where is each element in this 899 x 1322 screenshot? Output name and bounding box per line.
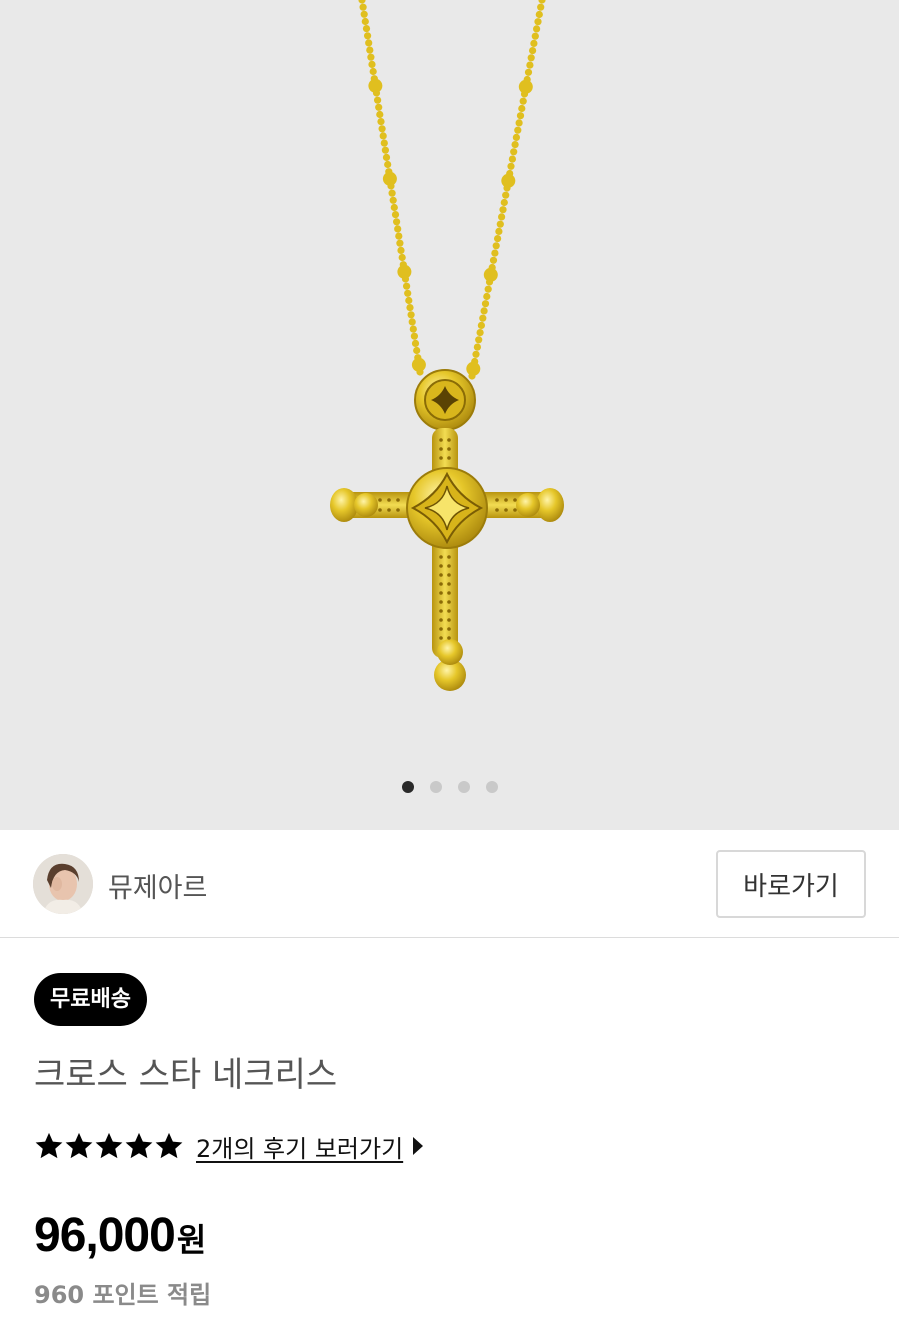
shop-name[interactable]: 뮤제아르 [108,866,207,905]
rating-row: 2개의 후기 보러가기 [34,1128,424,1164]
price-amount: 96,000 [34,1209,176,1262]
star-icon [125,1132,153,1159]
chevron-right-icon[interactable] [413,1137,424,1155]
star-icon [155,1132,183,1159]
carousel-dot-3[interactable] [457,781,470,793]
shop-avatar[interactable] [33,854,93,914]
star-icon [65,1132,93,1159]
price-currency: 원 [176,1221,207,1259]
avatar-image [33,854,93,914]
product-image-carousel[interactable] [0,0,899,830]
product-image [330,0,564,691]
price: 96,000 원 [34,1208,206,1263]
carousel-dot-2[interactable] [429,781,442,793]
carousel-dot-1[interactable] [401,781,414,793]
product-title: 크로스 스타 네크리스 [34,1055,338,1095]
goto-shop-button[interactable]: 바로가기 [716,850,866,918]
view-reviews-link[interactable]: 2개의 후기 보러가기 [196,1129,403,1164]
star-icon [35,1132,63,1159]
carousel-indicator [0,781,899,793]
free-shipping-badge: 무료배송 [34,973,147,1026]
shop-bar: 뮤제아르 바로가기 [0,830,899,938]
carousel-dot-4[interactable] [485,781,498,793]
reward-points: 960 포인트 적립 [34,1281,212,1309]
star-icon [95,1132,123,1159]
star-rating [34,1131,184,1161]
